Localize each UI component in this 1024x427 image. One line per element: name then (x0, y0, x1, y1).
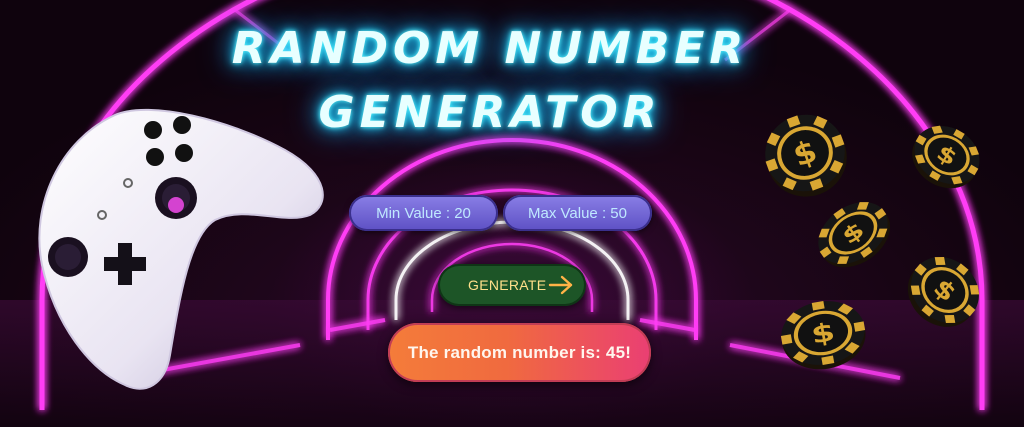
result-display: The random number is: 45! (388, 323, 651, 382)
casino-chip: $ (912, 125, 980, 189)
game-controller-image (38, 108, 324, 390)
casino-chips-image: $ $$$$ (765, 114, 980, 370)
generate-button[interactable]: GENERATE (438, 264, 586, 306)
max-value-label: Max Value : 50 (528, 204, 627, 222)
max-value-field[interactable]: Max Value : 50 (503, 195, 652, 231)
result-text: The random number is: 45! (407, 342, 632, 362)
app-canvas: RANDOM NUMBER GENERATOR $ $ $ $ $ Min Va… (0, 0, 1024, 427)
casino-chip: $ (907, 257, 980, 327)
page-title-line-1: RANDOM NUMBER (231, 23, 749, 74)
generate-button-label: GENERATE (468, 277, 547, 293)
casino-chip: $ (765, 114, 847, 197)
min-value-label: Min Value : 20 (376, 204, 471, 222)
casino-chip: $ (818, 202, 891, 268)
min-value-field[interactable]: Min Value : 20 (349, 195, 498, 231)
casino-chip: $ (780, 300, 866, 370)
arrow-right-icon (548, 275, 573, 295)
